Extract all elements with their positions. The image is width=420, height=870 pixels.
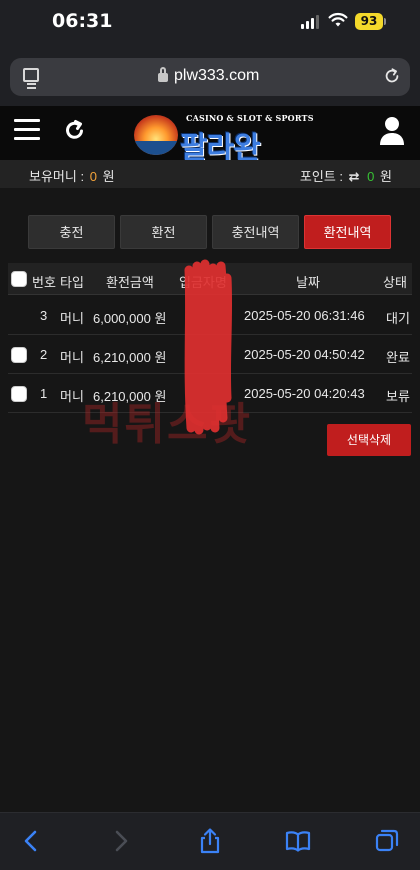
tab-withdraw-history[interactable]: 환전내역 <box>304 215 391 249</box>
point-value: 0 <box>367 169 375 184</box>
status-time: 06:31 <box>52 10 113 32</box>
hamburger-menu-icon[interactable] <box>14 119 40 141</box>
point-label: 포인트 : <box>299 169 344 184</box>
tabs-icon[interactable] <box>373 827 401 855</box>
balance-value: 0 <box>89 169 97 184</box>
header-type: 타입 <box>60 275 84 290</box>
header-amount: 환전금액 <box>106 275 154 290</box>
cell-type: 머니 <box>60 350 84 365</box>
cell-date: 2025-05-20 06:31:46 <box>244 308 365 323</box>
cell-no: 2 <box>40 347 48 362</box>
battery-indicator: 93 <box>355 13 383 30</box>
url-text[interactable]: plw333.com <box>174 67 259 85</box>
row-checkbox[interactable] <box>11 347 27 363</box>
cell-status: 대기 <box>386 311 410 326</box>
row-checkbox[interactable] <box>11 386 27 402</box>
lock-icon <box>158 67 168 82</box>
point-unit: 원 <box>380 169 392 184</box>
status-bar: 06:31 93 <box>0 0 420 50</box>
cell-no: 1 <box>40 386 48 401</box>
delete-selected-button[interactable]: 선택삭제 <box>327 424 411 456</box>
cellular-signal-icon <box>301 15 319 29</box>
tab-deposit-history[interactable]: 충전내역 <box>212 215 299 249</box>
balance-label: 보유머니 : <box>29 169 85 184</box>
site-header: CASINO & SLOT & SPORTS 팔라완 <box>0 106 420 166</box>
account-info-bar: 보유머니 : 0 원 포인트 : ⇄ 0 원 <box>0 160 420 188</box>
forward-icon[interactable] <box>106 827 134 855</box>
tab-withdraw[interactable]: 환전 <box>120 215 207 249</box>
address-bar[interactable]: plw333.com <box>10 58 410 96</box>
balance-unit: 원 <box>102 169 115 184</box>
header-no: 번호 <box>32 275 56 290</box>
bookmarks-icon[interactable] <box>284 827 312 855</box>
money-balance: 보유머니 : 0 원 <box>29 166 115 185</box>
cell-date: 2025-05-20 04:50:42 <box>244 347 365 362</box>
cell-status: 보류 <box>386 389 410 404</box>
cell-status: 완료 <box>386 350 410 365</box>
point-exchange-icon[interactable]: ⇄ <box>349 169 360 184</box>
browser-toolbar <box>0 812 420 870</box>
browser-url-row: plw333.com <box>0 50 420 106</box>
site-logo[interactable]: CASINO & SLOT & SPORTS 팔라완 <box>134 111 313 166</box>
header-status: 상태 <box>383 275 407 290</box>
cell-date: 2025-05-20 04:20:43 <box>244 386 365 401</box>
wifi-icon <box>328 12 348 27</box>
cell-amount: 6,000,000 원 <box>93 311 167 326</box>
logo-sunset-emblem <box>134 115 178 155</box>
user-icon[interactable] <box>379 116 405 146</box>
reload-icon[interactable] <box>383 67 401 85</box>
header-date: 날짜 <box>296 275 320 290</box>
cell-type: 머니 <box>60 389 84 404</box>
redaction-mark <box>184 259 233 435</box>
tab-deposit[interactable]: 충전 <box>28 215 115 249</box>
refresh-icon[interactable] <box>64 119 86 141</box>
transaction-tabs: 충전 환전 충전내역 환전내역 <box>28 215 392 249</box>
point-balance: 포인트 : ⇄ 0 원 <box>300 166 392 185</box>
share-icon[interactable] <box>196 827 224 855</box>
back-icon[interactable] <box>18 827 46 855</box>
cell-amount: 6,210,000 원 <box>93 350 167 365</box>
battery-cap <box>384 18 386 25</box>
logo-tagline: CASINO & SLOT & SPORTS <box>186 113 314 123</box>
cell-type: 머니 <box>60 311 84 326</box>
cell-no: 3 <box>40 308 48 323</box>
select-all-checkbox[interactable] <box>11 271 27 287</box>
reader-mode-icon[interactable] <box>23 68 39 85</box>
